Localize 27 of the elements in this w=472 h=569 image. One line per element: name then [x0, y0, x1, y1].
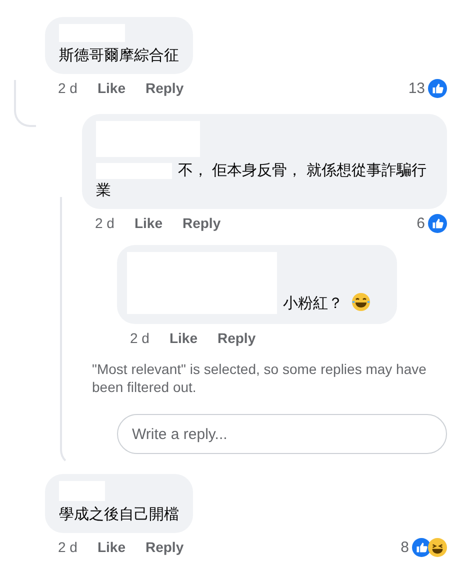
laughing-face-icon: [428, 538, 447, 556]
comment-text: 不， 佢本身反骨， 就係想從事詐騙行業: [96, 161, 428, 201]
reply-link[interactable]: Reply: [182, 215, 221, 231]
laughing-tears-emoji-icon: [351, 292, 371, 312]
like-link[interactable]: Like: [169, 330, 198, 346]
thumbs-up-icon: [412, 538, 431, 556]
reaction-count: 6: [416, 214, 425, 232]
comment-time: 2 d: [58, 539, 78, 555]
reply-input-field[interactable]: Write a reply...: [117, 414, 447, 454]
comment-text: 斯德哥爾摩綜合征: [59, 46, 179, 66]
reply-link[interactable]: Reply: [145, 80, 184, 96]
comment-text: 小粉紅？: [283, 294, 343, 314]
like-link[interactable]: Like: [97, 80, 126, 96]
filter-notice: "Most relevant" is selected, so some replies may have been filtered out.: [92, 360, 428, 396]
reaction-count: 13: [408, 80, 425, 96]
reply-link[interactable]: Reply: [145, 539, 184, 555]
comment-time: 2 d: [58, 80, 78, 96]
reaction-count: 8: [400, 538, 409, 556]
thumbs-up-icon: [428, 78, 447, 98]
like-link[interactable]: Like: [134, 215, 162, 231]
thread-connector: [14, 80, 36, 127]
reply-link[interactable]: Reply: [217, 330, 256, 346]
comment-time: 2 d: [95, 215, 114, 231]
thumbs-up-icon: [428, 214, 447, 232]
like-link[interactable]: Like: [97, 539, 126, 555]
comment-text: 學成之後自己開檔: [59, 505, 179, 525]
comment-time: 2 d: [130, 330, 150, 346]
